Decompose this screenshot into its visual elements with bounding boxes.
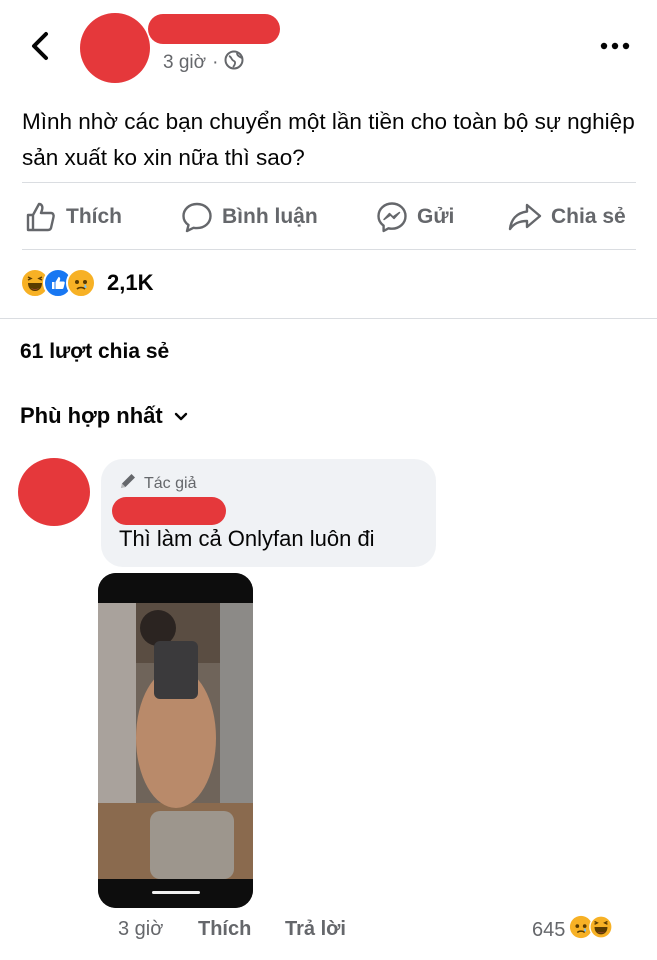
author-badge: Tác giả — [118, 471, 196, 496]
comment-reaction-summary[interactable]: 645 — [532, 915, 614, 945]
share-label: Chia sẻ — [551, 205, 626, 228]
comment-reaction-count: 645 — [532, 918, 566, 941]
poster-name-redacted[interactable] — [148, 14, 280, 44]
like-button[interactable]: Thích — [24, 197, 122, 237]
divider — [0, 318, 657, 319]
comment-label: Bình luận — [222, 205, 318, 228]
comment-text: Thì làm cả Onlyfan luôn đi — [119, 526, 375, 551]
like-label: Thích — [66, 205, 122, 228]
comment-reply-button[interactable]: Trả lời — [285, 918, 346, 941]
commenter-avatar-redacted[interactable] — [18, 458, 90, 526]
send-button[interactable]: Gửi — [375, 197, 454, 237]
send-label: Gửi — [417, 205, 455, 228]
reaction-summary[interactable]: 2,1K — [20, 268, 153, 298]
chevron-down-icon — [173, 403, 189, 429]
thumbs-up-icon — [24, 200, 58, 234]
divider — [22, 182, 636, 183]
divider — [22, 249, 636, 250]
author-badge-label: Tác giả — [144, 474, 197, 492]
reaction-count: 2,1K — [107, 270, 154, 295]
globe-icon — [224, 50, 244, 76]
comment-icon — [180, 200, 214, 234]
share-button[interactable]: Chia sẻ — [507, 197, 626, 237]
pencil-icon — [118, 471, 138, 496]
comment-sort-dropdown[interactable]: Phù hợp nhất — [20, 403, 189, 429]
back-arrow-icon[interactable] — [26, 28, 54, 64]
share-count[interactable]: 61 lượt chia sẻ — [20, 340, 169, 364]
post-text: Mình nhờ các bạn chuyển một lần tiền cho… — [22, 109, 635, 170]
messenger-icon — [375, 200, 409, 234]
more-options-icon[interactable] — [598, 36, 632, 56]
share-icon — [507, 200, 543, 234]
post-time: 3 giờ — [163, 52, 207, 73]
comment-time: 3 giờ — [118, 918, 164, 940]
comment-photo[interactable] — [98, 573, 253, 908]
commenter-name-redacted[interactable] — [112, 497, 226, 525]
meta-separator: · — [212, 52, 219, 73]
poster-avatar-redacted[interactable] — [80, 13, 150, 83]
comment-button[interactable]: Bình luận — [180, 197, 318, 237]
comment-like-button[interactable]: Thích — [198, 918, 251, 941]
post-meta: 3 giờ · — [163, 50, 244, 76]
sort-label: Phù hợp nhất — [20, 403, 163, 428]
sad-reaction-icon — [66, 268, 96, 298]
haha-reaction-icon — [589, 915, 614, 945]
